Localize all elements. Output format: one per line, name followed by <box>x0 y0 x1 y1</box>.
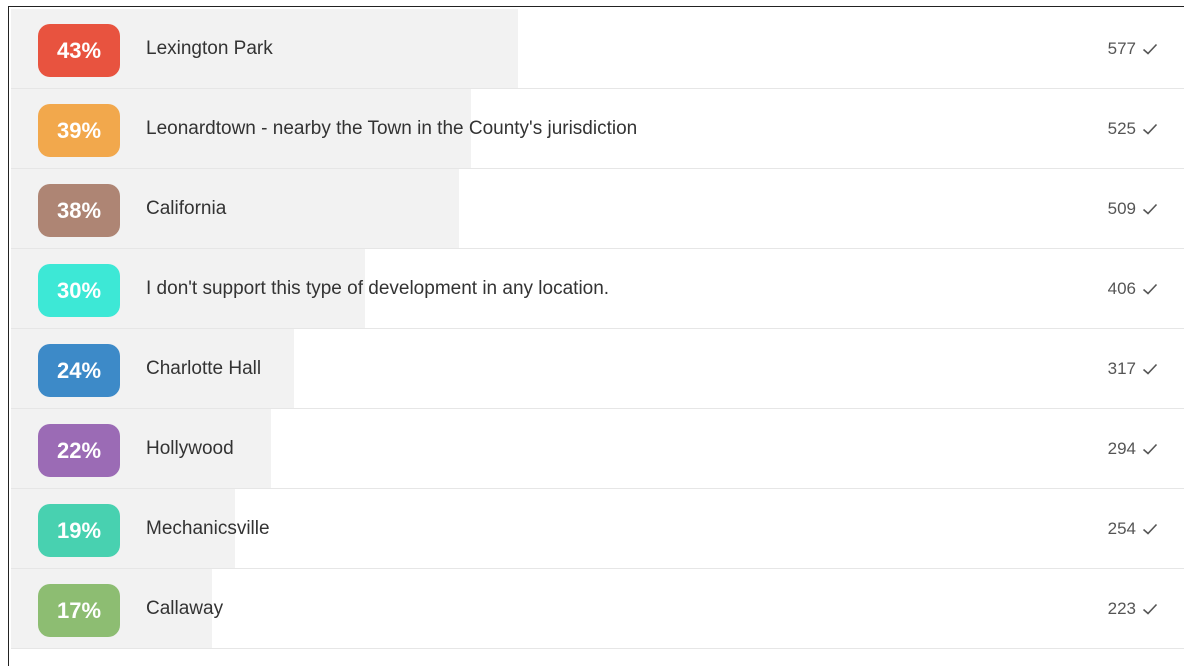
vote-count: 254 <box>1108 489 1158 569</box>
checkmark-icon <box>1142 123 1158 135</box>
option-label: Charlotte Hall <box>146 358 262 379</box>
vote-count-number: 509 <box>1107 199 1136 218</box>
result-row[interactable]: 30% I don't support this type of develop… <box>11 249 1184 329</box>
vote-count: 317 <box>1108 329 1158 409</box>
checkmark-icon <box>1142 363 1158 375</box>
vote-count: 577 <box>1108 9 1158 89</box>
vote-count-number: 317 <box>1107 359 1136 378</box>
percent-badge: 22% <box>38 424 120 477</box>
checkmark-icon <box>1142 283 1158 295</box>
percent-badge: 24% <box>38 344 120 397</box>
percent-badge: 17% <box>38 584 120 637</box>
option-label: Callaway <box>146 598 224 619</box>
result-row[interactable]: 39% Leonardtown - nearby the Town in the… <box>11 89 1184 169</box>
option-label: California <box>146 198 227 219</box>
checkmark-icon <box>1142 443 1158 455</box>
vote-count-number: 406 <box>1107 279 1136 298</box>
percent-badge: 19% <box>38 504 120 557</box>
result-row[interactable]: 43% Lexington Park 577 <box>11 9 1184 89</box>
option-label: Lexington Park <box>146 38 273 59</box>
vote-count: 294 <box>1108 409 1158 489</box>
option-label: Hollywood <box>146 438 234 459</box>
percent-badge: 30% <box>38 264 120 317</box>
result-row[interactable]: 19% Mechanicsville 254 <box>11 489 1184 569</box>
vote-count-number: 294 <box>1107 439 1136 458</box>
checkmark-icon <box>1142 43 1158 55</box>
option-label: Mechanicsville <box>146 518 270 539</box>
vote-count: 525 <box>1108 89 1158 169</box>
percent-badge: 39% <box>38 104 120 157</box>
checkmark-icon <box>1142 203 1158 215</box>
percent-badge: 43% <box>38 24 120 77</box>
option-label: Leonardtown - nearby the Town in the Cou… <box>146 118 638 139</box>
vote-count: 223 <box>1108 569 1158 649</box>
checkmark-icon <box>1142 603 1158 615</box>
vote-count-number: 525 <box>1107 119 1136 138</box>
vote-count: 406 <box>1108 249 1158 329</box>
vote-count-number: 254 <box>1107 519 1136 538</box>
vote-count-number: 577 <box>1107 39 1136 58</box>
percent-badge: 38% <box>38 184 120 237</box>
result-row[interactable]: 22% Hollywood 294 <box>11 409 1184 489</box>
poll-results-list: 43% Lexington Park 577 39% Leonardtown -… <box>11 9 1184 649</box>
checkmark-icon <box>1142 523 1158 535</box>
vote-count: 509 <box>1108 169 1158 249</box>
vote-count-number: 223 <box>1107 599 1136 618</box>
option-label: I don't support this type of development… <box>146 278 610 299</box>
result-row[interactable]: 17% Callaway 223 <box>11 569 1184 649</box>
result-row[interactable]: 38% California 509 <box>11 169 1184 249</box>
result-row[interactable]: 24% Charlotte Hall 317 <box>11 329 1184 409</box>
